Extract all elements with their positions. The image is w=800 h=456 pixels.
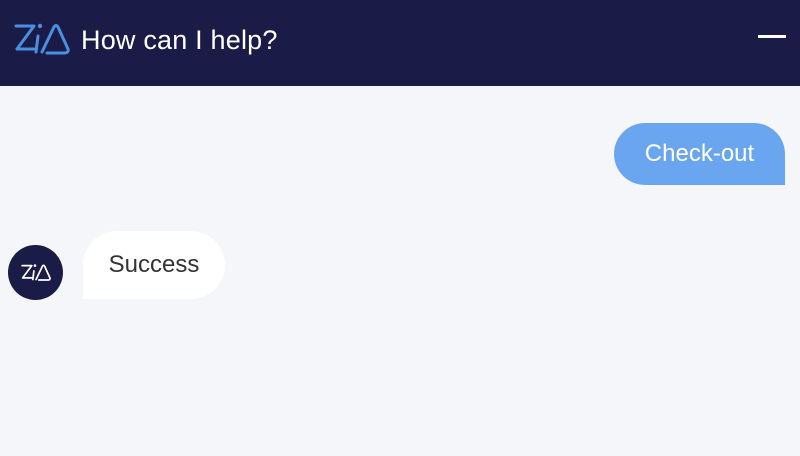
chat-header: How can I help?	[0, 0, 800, 86]
bot-message-bubble: Success	[83, 231, 225, 299]
zia-avatar-icon	[21, 264, 51, 281]
minimize-button[interactable]	[752, 22, 792, 52]
chat-conversation: Check-out Success	[0, 86, 800, 456]
bot-avatar	[8, 245, 63, 300]
user-message-bubble: Check-out	[614, 123, 785, 185]
zia-logo-icon	[12, 16, 70, 60]
chat-title: How can I help?	[81, 25, 278, 55]
minimize-icon	[758, 35, 786, 38]
